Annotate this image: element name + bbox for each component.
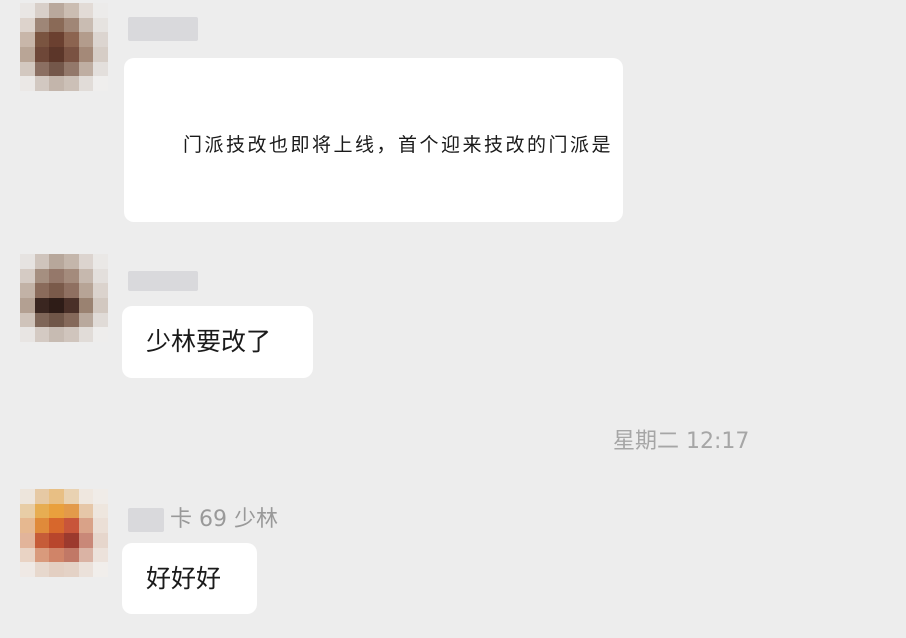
message-text: 好好好 <box>146 564 222 593</box>
redacted-name <box>128 17 198 41</box>
chat-area: 门派技改也即将上线，首个迎来技改的门派是 少林要改了 星期二 12:17 卡 6… <box>0 0 906 638</box>
avatar[interactable] <box>20 489 108 577</box>
message-text: 少林要改了 <box>146 327 272 356</box>
avatar[interactable] <box>20 254 108 342</box>
timestamp: 星期二 12:17 <box>613 429 750 454</box>
message-text: 门派技改也即将上线，首个迎来技改的门派是 <box>182 134 613 156</box>
message-bubble[interactable]: 好好好 <box>122 543 257 614</box>
message-bubble[interactable]: 门派技改也即将上线，首个迎来技改的门派是 <box>124 58 623 222</box>
avatar[interactable] <box>20 3 108 91</box>
message-bubble[interactable]: 少林要改了 <box>122 306 313 378</box>
sender-name <box>128 268 198 294</box>
sender-name-text: 卡 69 少林 <box>170 507 278 532</box>
sender-name: 卡 69 少林 <box>128 507 278 533</box>
redacted-name <box>128 508 164 532</box>
sender-name <box>128 16 198 42</box>
redacted-name <box>128 271 198 291</box>
